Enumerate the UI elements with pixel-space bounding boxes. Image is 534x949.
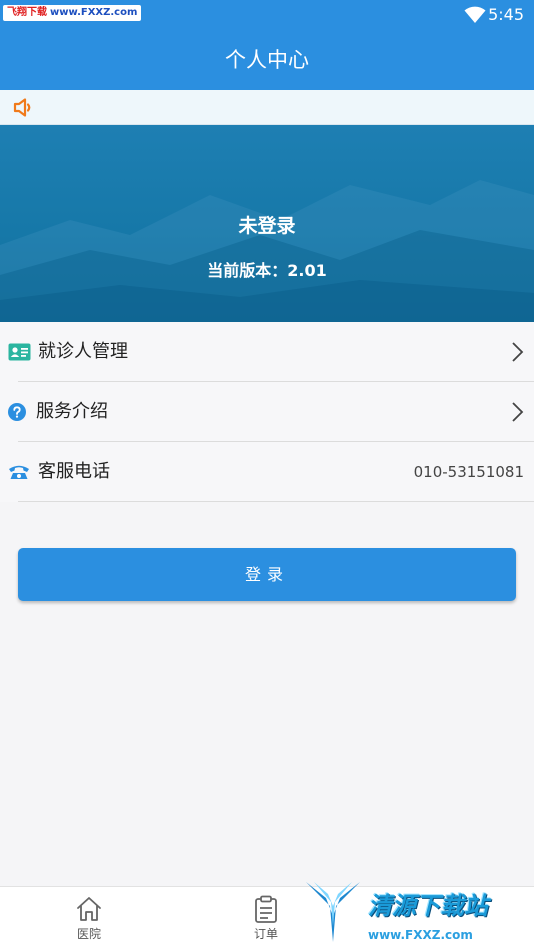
menu-item-label: 就诊人管理 bbox=[38, 341, 128, 362]
divider bbox=[18, 501, 534, 502]
notice-bar[interactable] bbox=[0, 90, 534, 125]
menu-item-service-intro[interactable]: 服务介绍 bbox=[0, 382, 534, 442]
tab-label: 医院 bbox=[76, 927, 101, 941]
status-time: 5:45 bbox=[488, 5, 524, 24]
tab-hospital[interactable]: 医院 bbox=[39, 887, 139, 949]
login-status: 未登录 bbox=[238, 215, 296, 237]
chevron-right-icon bbox=[512, 402, 524, 422]
phone-icon bbox=[9, 465, 29, 479]
chevron-right-icon bbox=[512, 342, 524, 362]
menu-list: 就诊人管理 服务介绍 客服电话 010-53151081 bbox=[0, 322, 534, 502]
phone-number[interactable]: 010-53151081 bbox=[414, 442, 524, 502]
wifi-icon bbox=[464, 6, 486, 23]
speaker-icon bbox=[13, 98, 31, 117]
watermark-text-b: www.FXXZ.com bbox=[50, 7, 138, 18]
app-version: 当前版本：2.01 bbox=[207, 261, 327, 280]
menu-item-patient-management[interactable]: 就诊人管理 bbox=[0, 322, 534, 382]
watermark-title: 清源下载站 bbox=[368, 892, 488, 920]
menu-item-label: 服务介绍 bbox=[36, 401, 108, 422]
watermark-bottom-right: 清源下载站 www.FXXZ.com bbox=[300, 876, 534, 949]
login-button[interactable]: 登录 bbox=[18, 548, 516, 601]
clipboard-icon bbox=[255, 895, 277, 923]
menu-item-customer-service-phone[interactable]: 客服电话 010-53151081 bbox=[0, 442, 534, 502]
status-bar: 飞翔下载 www.FXXZ.com 5:45 bbox=[0, 0, 534, 30]
watermark-url: www.FXXZ.com bbox=[368, 928, 473, 942]
page-title: 个人中心 bbox=[225, 48, 309, 72]
help-circle-icon bbox=[8, 403, 26, 421]
watermark-text-a: 飞翔下载 bbox=[7, 7, 47, 18]
watermark-top-left: 飞翔下载 www.FXXZ.com bbox=[3, 5, 142, 21]
app-header: 个人中心 bbox=[0, 30, 534, 90]
menu-item-label: 客服电话 bbox=[38, 461, 110, 482]
home-icon bbox=[77, 897, 101, 921]
id-card-icon bbox=[8, 343, 31, 361]
watermark-logo-icon bbox=[306, 882, 360, 942]
profile-banner: 未登录 当前版本：2.01 bbox=[0, 125, 534, 322]
